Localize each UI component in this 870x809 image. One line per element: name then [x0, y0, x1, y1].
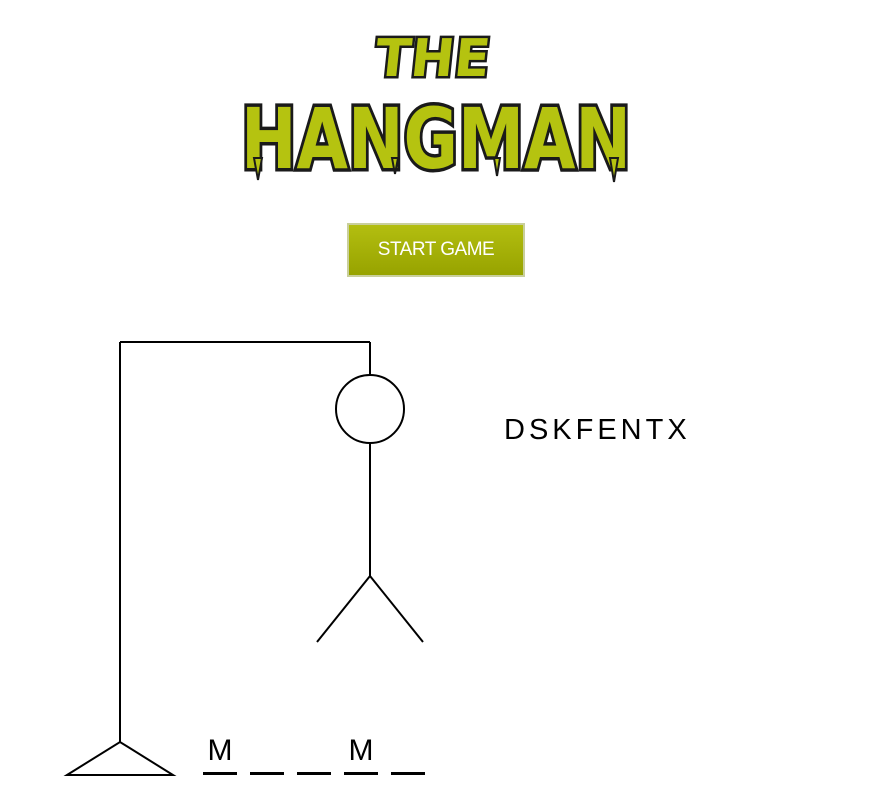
- word-slot: M: [344, 734, 378, 775]
- logo-line-2: HANGMAN: [241, 90, 631, 188]
- hangman-right-leg: [369, 575, 424, 643]
- start-game-button[interactable]: START GAME: [347, 223, 525, 277]
- hangman-left-leg: [316, 575, 371, 643]
- guessed-letters: DSKFENTX: [504, 414, 691, 446]
- word-slots: M M: [203, 734, 425, 775]
- gallows-base: [63, 740, 177, 776]
- hangman-drawing: [63, 341, 424, 776]
- word-slot: [250, 734, 284, 775]
- word-slot: M: [203, 734, 237, 775]
- word-slot: [297, 734, 331, 775]
- logo-line-1: THE: [372, 29, 493, 89]
- word-slot: [391, 734, 425, 775]
- hangman-head: [335, 374, 405, 444]
- hangman-logo: THE HANGMAN: [238, 27, 635, 190]
